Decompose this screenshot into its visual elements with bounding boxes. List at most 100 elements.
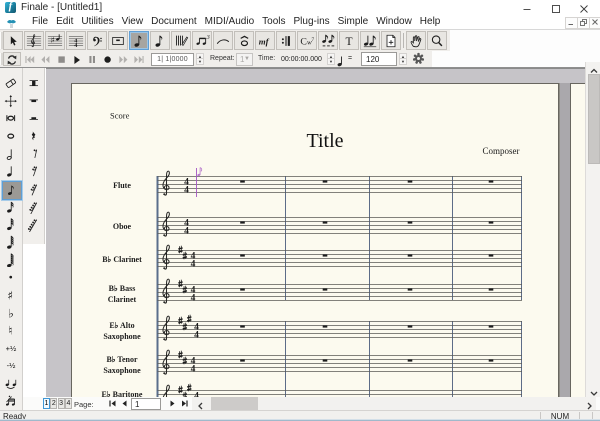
zoom-tool[interactable] (427, 31, 447, 50)
menu-help[interactable]: Help (416, 15, 445, 29)
time-spinner[interactable]: ▲ ▼ (327, 52, 335, 66)
palette-eighth-note[interactable] (2, 180, 22, 200)
time-signature-tool[interactable]: 44 (66, 31, 86, 50)
transport-rewind-button[interactable] (38, 52, 54, 66)
palette-tie[interactable] (2, 375, 20, 392)
palette-flat[interactable]: ♭ (2, 304, 20, 321)
articulation-tool[interactable] (234, 31, 254, 50)
menu-utilities[interactable]: Utilities (77, 15, 117, 29)
transport-pause-button[interactable] (84, 52, 100, 66)
score-page-2[interactable] (570, 83, 586, 399)
horizontal-scrollbar[interactable] (192, 397, 596, 410)
speedy-entry-tool[interactable] (150, 31, 170, 50)
palette-grace-note[interactable] (2, 393, 20, 410)
transport-forward-to-end-button[interactable] (131, 52, 147, 66)
layer-1-button[interactable]: 1 (43, 398, 50, 409)
smart-shape-tool[interactable] (213, 31, 233, 50)
palette-quarter-rest[interactable] (25, 128, 43, 145)
vertical-scrollbar[interactable] (585, 62, 600, 397)
close-button[interactable] (570, 0, 598, 15)
playback-settings-button[interactable] (412, 52, 426, 66)
hyperscribe-tool[interactable] (171, 31, 191, 50)
repeat-tool[interactable] (276, 31, 296, 50)
palette-eraser[interactable] (2, 75, 20, 92)
mdi-close-button[interactable] (589, 17, 600, 29)
hand-grabber-tool[interactable] (406, 31, 426, 50)
transport-fast-forward-button[interactable] (116, 52, 132, 66)
previous-page-button[interactable] (119, 399, 129, 409)
vertical-scroll-thumb[interactable] (588, 74, 600, 164)
scroll-left-arrow[interactable] (192, 397, 209, 410)
menu-tools[interactable]: Tools (258, 15, 289, 29)
menu-document[interactable]: Document (147, 15, 201, 29)
layer-4-button[interactable]: 4 (64, 398, 72, 409)
menu-window[interactable]: Window (372, 15, 416, 29)
transport-record-button[interactable] (100, 52, 116, 66)
palette-half-note[interactable] (2, 146, 20, 163)
palette-plus-half-step[interactable]: +½ (2, 340, 20, 357)
horizontal-scroll-thumb[interactable] (211, 397, 258, 410)
half-rest-icon (29, 117, 39, 121)
chord-tool[interactable]: Cw7 (297, 31, 317, 50)
palette-hundredtwentyeighth-rest[interactable] (25, 216, 43, 233)
score-canvas[interactable] (46, 68, 586, 399)
resize-tool[interactable] (381, 31, 401, 50)
key-signature-tool[interactable]: ♯ (45, 31, 65, 50)
palette-sixtyfourth-rest[interactable] (25, 199, 43, 216)
palette-hundredtwentyeighth-note[interactable] (2, 252, 20, 269)
palette-quarter-note[interactable] (2, 163, 20, 180)
last-page-button[interactable] (179, 399, 189, 409)
tempo-field[interactable] (361, 52, 397, 66)
first-page-button[interactable] (107, 399, 117, 409)
layer-2-button[interactable]: 2 (50, 398, 58, 409)
maximize-button[interactable] (542, 0, 570, 15)
palette-sixteenth-note[interactable] (2, 199, 20, 216)
repeat-count-select[interactable]: 1 ▼ (236, 52, 253, 66)
palette-half-rest[interactable] (25, 110, 43, 127)
selection-tool[interactable] (3, 31, 23, 50)
palette-double-whole-rest[interactable] (25, 75, 43, 92)
palette-double-whole-note[interactable] (2, 110, 20, 127)
scroll-down-arrow[interactable] (587, 384, 600, 397)
scroll-right-arrow[interactable] (585, 397, 595, 410)
clef-tool[interactable] (87, 31, 107, 50)
palette-eighth-rest[interactable] (25, 146, 43, 163)
measure-tool[interactable] (108, 31, 128, 50)
palette-minus-half-step[interactable]: -½ (2, 357, 20, 374)
playback-position-field[interactable]: 1| 1|0000 (151, 52, 194, 66)
palette-natural[interactable]: ♮ (2, 322, 20, 339)
position-spinner[interactable]: ▲ ▼ (196, 52, 204, 66)
menu-file[interactable]: File (28, 15, 52, 29)
palette-whole-rest[interactable] (25, 93, 43, 110)
staff-tool[interactable] (24, 31, 44, 50)
transport-stop-button[interactable] (53, 52, 69, 66)
menu-view[interactable]: View (118, 15, 148, 29)
text-tool[interactable]: T (339, 31, 359, 50)
lyrics-tool[interactable] (318, 31, 338, 50)
playback-loop-button[interactable] (3, 52, 21, 66)
palette-sixtyfourth-note[interactable] (2, 234, 20, 251)
tuplet-tool[interactable]: 3 (192, 31, 212, 50)
next-page-button[interactable] (167, 399, 177, 409)
palette-sixteenth-rest[interactable] (25, 163, 43, 180)
simple-entry-tool[interactable] (129, 31, 149, 50)
transport-rewind-to-start-button[interactable] (22, 52, 38, 66)
note-mover-tool[interactable] (360, 31, 380, 50)
menu-plug-ins[interactable]: Plug-ins (290, 15, 334, 29)
expression-tool[interactable]: mf (255, 31, 275, 50)
menu-simple[interactable]: Simple (334, 15, 373, 29)
palette-thirtysecond-rest[interactable] (25, 181, 43, 198)
palette-move[interactable] (2, 93, 20, 110)
tempo-spinner[interactable]: ▲ ▼ (399, 52, 407, 66)
palette-augmentation-dot[interactable] (2, 269, 20, 286)
score-page-1[interactable] (71, 83, 559, 399)
minimize-button[interactable] (513, 0, 541, 15)
page-number-input[interactable] (131, 398, 161, 410)
transport-play-button[interactable] (69, 52, 85, 66)
menu-edit[interactable]: Edit (52, 15, 77, 29)
palette-thirtysecond-note[interactable] (2, 216, 20, 233)
layer-3-button[interactable]: 3 (57, 398, 65, 409)
palette-whole-note[interactable] (2, 128, 20, 145)
palette-sharp[interactable]: ♯ (2, 287, 20, 304)
menu-midi-audio[interactable]: MIDI/Audio (201, 15, 258, 29)
